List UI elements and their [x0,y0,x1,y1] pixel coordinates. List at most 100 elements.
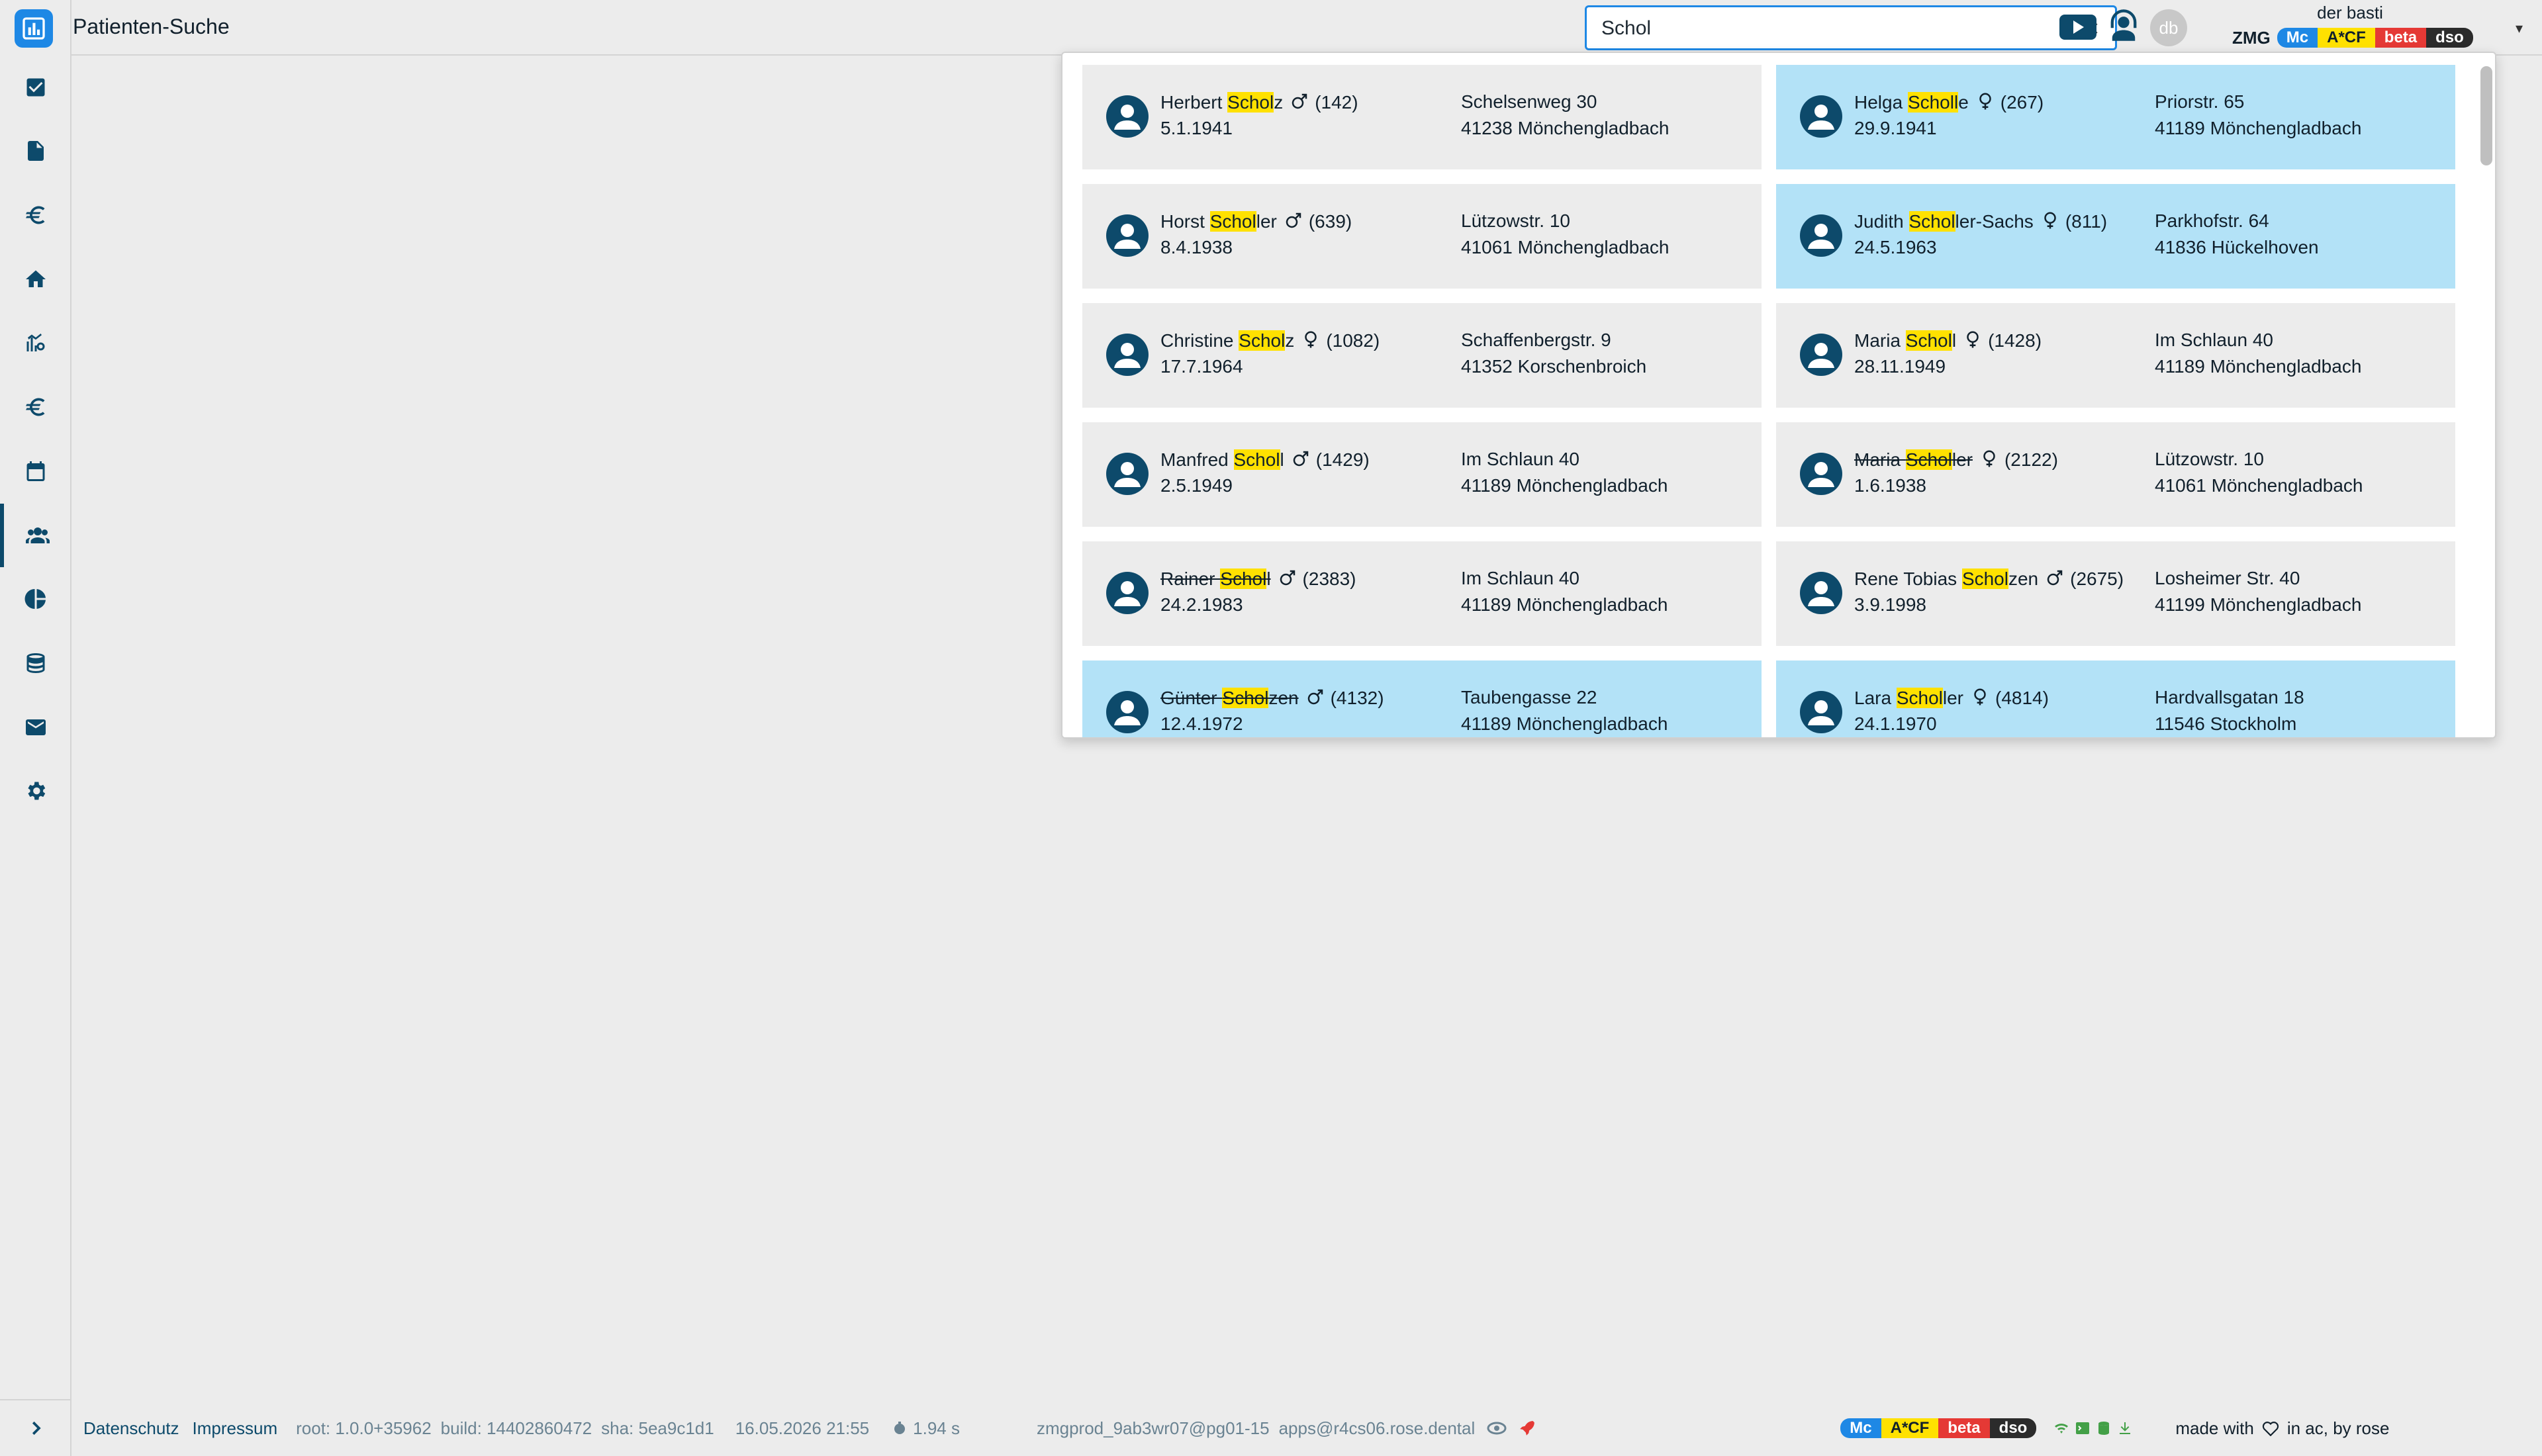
male-icon [1278,568,1297,590]
nav-analytics[interactable] [0,312,71,375]
search-match-highlight: Schol [1239,330,1286,351]
results-scrollbar-thumb[interactable] [2480,66,2492,165]
badge-acf: A*CF [2318,28,2375,48]
nav-messages[interactable] [0,696,71,759]
patient-result-card[interactable]: Maria Scholl (1428) 28.11.1949 Im Schlaun 4… [1776,303,2455,408]
patient-city: 41189 Mönchengladbach [2155,356,2362,377]
patient-avatar-icon [1800,95,1842,138]
nav-patients[interactable] [0,504,71,567]
search-results-panel: Herbert Scholz (142) 5.1.1941 Schelsenweg 3… [1061,52,2496,739]
patient-result-card[interactable]: Lara Scholler (4814) 24.1.1970 Hardvallsgat… [1776,660,2455,737]
search-match-highlight: Schol [1905,330,1952,351]
nav-settings[interactable] [0,759,71,823]
male-icon [1305,687,1325,709]
nav-database[interactable] [0,631,71,695]
footer-badge-mc: Mc [1840,1418,1881,1438]
euro-icon [26,398,45,416]
patient-result-card[interactable]: Helga Scholle (267) 29.9.1941 Priorstr. 65 4… [1776,65,2455,169]
patient-street: Taubengasse 22 [1461,687,1597,707]
results-list[interactable]: Herbert Scholz (142) 5.1.1941 Schelsenweg 3… [1062,53,2479,737]
female-icon [1963,330,1983,352]
patient-avatar-icon [1106,214,1149,257]
made-in-text: in ac, by rose [2286,1418,2390,1438]
sidebar-expand-button[interactable] [0,1399,71,1456]
pie-chart-icon [24,589,46,609]
nav-home[interactable] [0,248,71,311]
patient-id: (1428) [1988,330,2042,351]
patient-birthdate: 3.9.1998 [1854,594,1926,615]
nav-documents[interactable] [0,119,71,183]
patient-street: Im Schlaun 40 [1461,449,1579,469]
patient-name-text: Christine Scholz [1160,330,1294,351]
patient-result-card[interactable]: Herbert Scholz (142) 5.1.1941 Schelsenweg 3… [1082,65,1762,169]
support-headset-icon[interactable] [2106,7,2141,44]
patient-id: (2383) [1302,569,1356,589]
app-logo[interactable] [15,9,53,48]
nav-billing[interactable] [0,183,71,247]
badge-label-zmg: ZMG [2232,27,2271,48]
search-match-highlight: Schol [1233,449,1280,470]
patient-birthdate: 24.1.1970 [1854,713,1937,734]
user-avatar[interactable]: db [2150,9,2187,46]
imprint-link[interactable]: Impressum [193,1418,278,1439]
patient-name: Horst Scholler (639) [1160,210,1352,233]
patient-birthdate: 1.6.1938 [1854,475,1926,496]
patient-street: Schaffenbergstr. 9 [1461,330,1611,350]
nav-statistics[interactable] [0,567,71,631]
user-name[interactable]: der basti [2251,3,2449,23]
patient-result-card[interactable]: Judith Scholler-Sachs (811) 24.5.1963 Parkh… [1776,184,2455,289]
patient-search-box[interactable]: × [1585,5,2117,50]
patient-avatar-icon [1800,691,1842,733]
download-status-icon [2120,1422,2131,1434]
patient-avatar-icon [1106,334,1149,376]
patient-first-name: Maria [1854,330,1906,351]
patient-street: Im Schlaun 40 [1461,568,1579,588]
search-match-highlight: Schol [1961,569,2008,589]
patient-first-name: Herbert [1160,92,1228,113]
users-icon [26,527,50,543]
female-icon [1975,91,1995,114]
patient-result-card[interactable]: Günter Scholzen (4132) 12.4.1972 Taubengass… [1082,660,1762,737]
patient-result-card[interactable]: Horst Scholler (639) 8.4.1938 Lützowstr. 10… [1082,184,1762,289]
chart-settings-icon [26,334,45,351]
database-status-icon [2098,1422,2110,1435]
nav-accounting[interactable] [0,375,71,439]
patient-name-text: Günter Scholzen [1160,688,1299,709]
terminal-status-icon [2076,1422,2090,1434]
patient-name: Judith Scholler-Sachs (811) [1854,210,2107,233]
patient-name-rest: ler [1952,449,1973,470]
nav-tasks[interactable] [0,56,71,119]
patient-id: (2675) [2070,569,2124,589]
patient-id: (267) [2000,92,2044,113]
patient-result-card[interactable]: Manfred Scholl (1429) 2.5.1949 Im Schlaun 4… [1082,422,1762,527]
patient-result-card[interactable]: Maria Scholler (2122) 1.6.1938 Lützowstr. 1… [1776,422,2455,527]
patient-birthdate: 2.5.1949 [1160,475,1233,496]
user-menu-caret-icon[interactable]: ▾ [2516,20,2523,37]
home-icon [26,270,46,287]
patient-result-card[interactable]: Rainer Scholl (2383) 24.2.1983 Im Schlaun 4… [1082,541,1762,646]
footer-badge-dso: dso [1989,1418,2037,1438]
male-icon [2045,568,2065,590]
patient-name: Christine Scholz (1082) [1160,330,1380,352]
patient-avatar-icon [1800,572,1842,614]
rocket-icon[interactable] [1519,1420,1536,1437]
build-datetime: 16.05.2026 21:55 [735,1418,870,1438]
patient-name-rest: ler [1256,211,1277,232]
search-match-highlight: Schol [1905,449,1952,470]
patient-birthdate: 24.5.1963 [1854,237,1937,257]
privacy-link[interactable]: Datenschutz [83,1418,179,1439]
patient-birthdate: 8.4.1938 [1160,237,1233,257]
patient-name-text: Herbert Scholz [1160,92,1283,113]
patient-result-card[interactable]: Christine Scholz (1082) 17.7.1964 Schaffenb… [1082,303,1762,408]
video-play-icon[interactable] [2059,12,2097,42]
nav-calendar[interactable] [0,439,71,503]
patient-city: 41061 Mönchengladbach [2155,475,2363,496]
patient-first-name: Helga [1854,92,1908,113]
patient-street: Losheimer Str. 40 [2155,568,2300,588]
eye-icon[interactable] [1487,1421,1507,1435]
results-scrollbar[interactable] [2480,66,2492,728]
search-input[interactable] [1601,17,2051,40]
patient-city: 41189 Mönchengladbach [1461,594,1668,615]
patient-city: 41836 Hückelhoven [2155,237,2319,257]
patient-result-card[interactable]: Rene Tobias Scholzen (2675) 3.9.1998 Loshei… [1776,541,2455,646]
